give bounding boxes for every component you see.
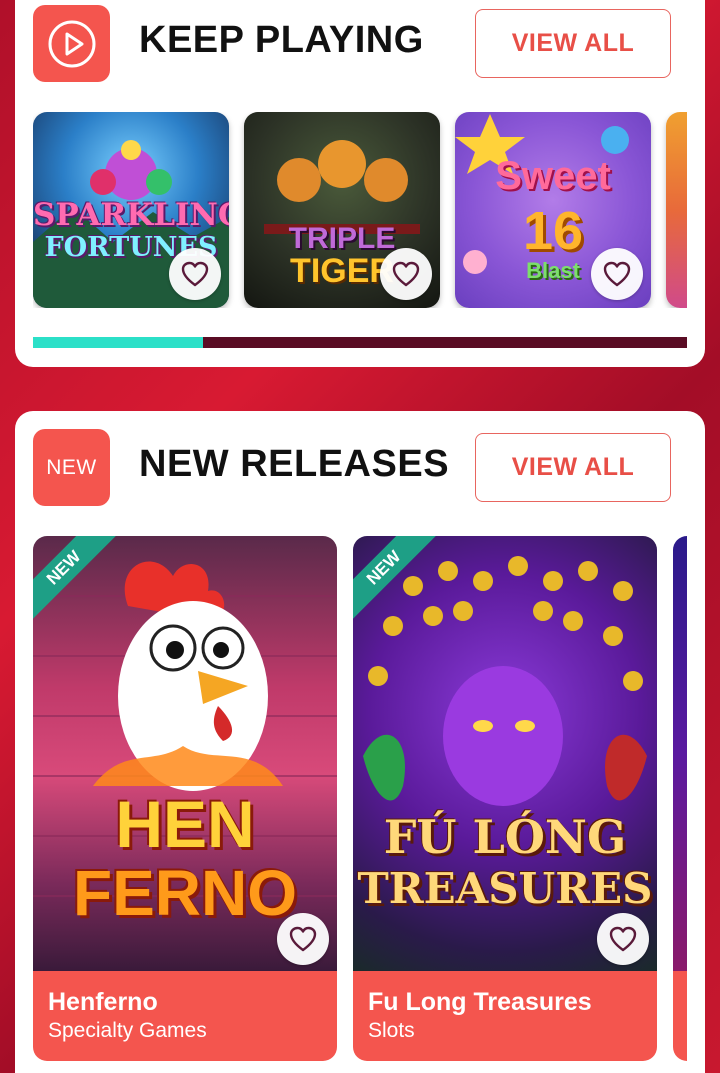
heart-icon — [289, 926, 317, 952]
game-category: Specialty Games — [48, 1019, 207, 1042]
game-category: Slots — [368, 1019, 415, 1042]
game-card-footer — [673, 971, 687, 1061]
scrollbar-thumb[interactable] — [33, 337, 204, 348]
game-tile[interactable]: TRIPLE TIGER — [244, 112, 440, 308]
favorite-button[interactable] — [597, 913, 649, 965]
game-artwork — [666, 112, 687, 308]
game-tile[interactable]: Sweet 16 Blast — [455, 112, 651, 308]
heart-icon — [181, 261, 209, 287]
game-artwork — [673, 536, 687, 971]
heart-icon — [392, 261, 420, 287]
favorite-button[interactable] — [380, 248, 432, 300]
favorite-button[interactable] — [169, 248, 221, 300]
game-tile[interactable] — [666, 112, 687, 308]
game-artwork: HEN FERNO — [33, 536, 337, 971]
carousel-scrollbar[interactable] — [33, 337, 687, 348]
new-badge: NEW — [33, 429, 110, 506]
play-circle-icon — [33, 5, 110, 82]
favorite-button[interactable] — [591, 248, 643, 300]
game-card-footer: Henferno Specialty Games — [33, 971, 337, 1061]
keep-playing-carousel[interactable]: SPARKLING FORTUNES TRIPLE TIGER Sweet 16… — [33, 112, 687, 308]
game-artwork: FÚ LÓNG TREASURES — [353, 536, 657, 971]
game-card[interactable]: HEN FERNO NEW Henferno Specialty Games — [33, 536, 337, 1061]
game-name: Fu Long Treasures — [368, 988, 592, 1016]
game-name: Henferno — [48, 988, 158, 1016]
new-releases-section: NEW NEW RELEASES VIEW ALL HEN FERNO NEW … — [15, 411, 705, 1073]
game-card[interactable]: FÚ LÓNG TREASURES NEW Fu Long Treasures … — [353, 536, 657, 1061]
game-tile[interactable]: SPARKLING FORTUNES — [33, 112, 229, 308]
new-releases-header: NEW NEW RELEASES VIEW ALL — [33, 429, 671, 506]
keep-playing-section: KEEP PLAYING VIEW ALL SPARKLING FORTUNES — [15, 0, 705, 367]
section-title: NEW RELEASES — [139, 443, 450, 485]
game-card[interactable] — [673, 536, 687, 1061]
view-all-button[interactable]: VIEW ALL — [475, 9, 671, 78]
heart-icon — [609, 926, 637, 952]
section-title: KEEP PLAYING — [139, 19, 424, 61]
favorite-button[interactable] — [277, 913, 329, 965]
heart-icon — [603, 261, 631, 287]
view-all-button[interactable]: VIEW ALL — [475, 433, 671, 502]
game-card-footer: Fu Long Treasures Slots — [353, 971, 657, 1061]
keep-playing-header: KEEP PLAYING VIEW ALL — [33, 5, 671, 82]
new-releases-carousel[interactable]: HEN FERNO NEW Henferno Specialty Games F… — [33, 536, 687, 1061]
